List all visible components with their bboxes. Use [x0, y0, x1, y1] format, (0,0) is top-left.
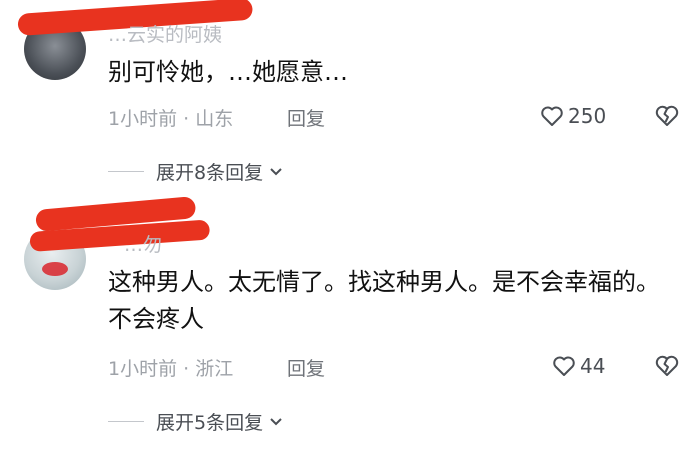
location-label: 山东	[195, 108, 234, 130]
reply-button[interactable]: 回复	[287, 104, 325, 131]
location-label: 浙江	[195, 358, 234, 380]
time-label: 1小时前	[108, 358, 178, 380]
comment-text: 别可怜她，…她愿意…	[108, 58, 348, 86]
expand-replies-button[interactable]: 展开5条回复	[108, 408, 283, 435]
expand-replies-button[interactable]: 展开8条回复	[108, 158, 283, 185]
heart-icon	[541, 106, 563, 126]
expand-label: 展开5条回复	[156, 412, 264, 434]
divider-line	[108, 171, 144, 172]
reply-button[interactable]: 回复	[287, 354, 325, 381]
like-button[interactable]: 44	[552, 354, 605, 378]
chevron-down-icon	[270, 167, 282, 175]
username[interactable]: …云实的阿姨	[108, 20, 222, 47]
comment-item: …云实的阿姨 别可怜她，…她愿意… 1小时前 · 山东 回复 250 展开8条回…	[0, 0, 700, 200]
time-label: 1小时前	[108, 108, 178, 130]
like-count: 250	[568, 104, 607, 128]
meta-separator: ·	[183, 108, 190, 130]
chevron-down-icon	[270, 417, 282, 425]
heart-icon	[553, 356, 575, 376]
comment-meta: 1小时前 · 浙江	[108, 354, 233, 381]
expand-label: 展开8条回复	[156, 162, 264, 184]
like-count: 44	[580, 354, 606, 378]
like-button[interactable]: 250	[540, 104, 606, 128]
comment-item: …勿 这种男人。太无情了。找这种男人。是不会幸福的。不会疼人 1小时前 · 浙江…	[0, 196, 700, 460]
broken-heart-icon[interactable]	[654, 104, 680, 128]
avatar-detail	[42, 262, 68, 276]
meta-separator: ·	[183, 358, 190, 380]
divider-line	[108, 421, 144, 422]
username[interactable]: …勿	[124, 230, 162, 257]
broken-heart-icon[interactable]	[654, 354, 680, 378]
comment-text: 这种男人。太无情了。找这种男人。是不会幸福的。不会疼人	[108, 268, 660, 333]
comment-meta: 1小时前 · 山东	[108, 104, 233, 131]
